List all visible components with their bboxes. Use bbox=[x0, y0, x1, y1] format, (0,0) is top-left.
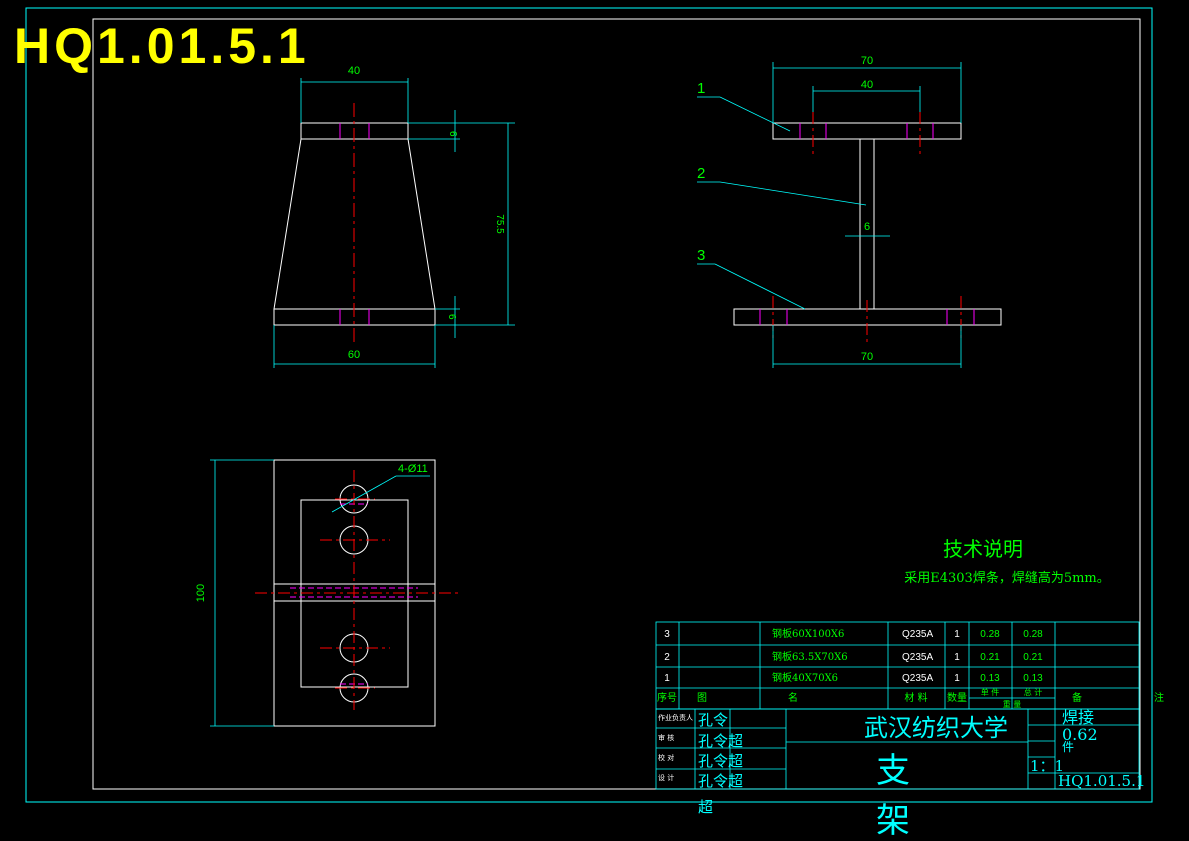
bom-header-weight: 重 量 bbox=[1003, 699, 1022, 709]
bom-cell-unit: 0.21 bbox=[980, 652, 1000, 663]
school-name: 武汉纺织大学 bbox=[864, 714, 1008, 742]
bom-cell-no: 1 bbox=[664, 673, 670, 684]
bom-cell-material: Q235A bbox=[902, 652, 933, 663]
dim-bottom-width: 60 bbox=[348, 349, 360, 361]
bom-cell-qty: 1 bbox=[954, 673, 960, 684]
tech-notes-heading: 技术说明 bbox=[943, 537, 1023, 561]
dim-bottom-thickness: 6 bbox=[446, 314, 457, 320]
bom-cell-material: Q235A bbox=[902, 629, 933, 640]
bom-cell-name: 钢板63.5X70X6 bbox=[772, 650, 848, 663]
part-name-2: 架 bbox=[876, 801, 910, 841]
bom-header-drawing: 图 bbox=[697, 692, 707, 704]
name-text: 孔令超 bbox=[698, 772, 743, 790]
role-label: 校 对 bbox=[658, 753, 674, 762]
role-label: 审 核 bbox=[658, 733, 674, 742]
name-text: 孔令超 bbox=[698, 752, 743, 770]
bom-header-total: 总 计 bbox=[1024, 687, 1043, 697]
bom-cell-qty: 1 bbox=[954, 652, 960, 663]
callout-1: 1 bbox=[697, 80, 705, 97]
drawing-number-large: HQ1.01.5.1 bbox=[14, 18, 310, 74]
bom-cell-unit: 0.13 bbox=[980, 673, 1000, 684]
bom-cell-no: 3 bbox=[664, 629, 670, 640]
dim-bottom: 70 bbox=[861, 351, 873, 363]
dim-overall-top: 70 bbox=[861, 55, 873, 67]
callout-3: 3 bbox=[697, 247, 705, 264]
drawing-number-small: HQ1.01.5.1 bbox=[1058, 772, 1145, 790]
bom-header-qty: 数量 bbox=[947, 691, 967, 704]
bom-cell-unit: 0.28 bbox=[980, 629, 1000, 640]
bom-cell-material: Q235A bbox=[902, 673, 933, 684]
bom-cell-name: 钢板60X100X6 bbox=[772, 627, 844, 640]
bom-header-no: 序号 bbox=[657, 691, 677, 704]
dim-web: 6 bbox=[864, 221, 870, 233]
bom-cell-no: 2 bbox=[664, 652, 670, 663]
role-label: 作业负责人 bbox=[658, 713, 693, 722]
dim-top-thickness: 6 bbox=[447, 131, 458, 137]
bom-header-material: 材 料 bbox=[904, 691, 927, 704]
bom-cell-total: 0.28 bbox=[1023, 629, 1043, 640]
background bbox=[0, 0, 1189, 841]
bom-cell-total: 0.21 bbox=[1023, 652, 1043, 663]
callout-2: 2 bbox=[697, 165, 705, 182]
name-text: 孔令超 bbox=[698, 732, 743, 750]
bom-cell-total: 0.13 bbox=[1023, 673, 1043, 684]
dim-hole-spacing: 40 bbox=[861, 79, 873, 91]
bom-header-remark: 备 bbox=[1072, 691, 1082, 704]
bom-cell-qty: 1 bbox=[954, 629, 960, 640]
dim-height: 75.5 bbox=[494, 214, 505, 234]
part-name-1: 支 bbox=[876, 751, 910, 791]
bom-header-name: 名 bbox=[788, 691, 798, 704]
role-label: 设 计 bbox=[658, 773, 674, 782]
sheet-label: 件 bbox=[1062, 740, 1074, 754]
name-text: 超 bbox=[698, 798, 713, 816]
dim-top-view-height: 100 bbox=[195, 584, 207, 602]
bom-cell-name: 钢板40X70X6 bbox=[772, 671, 838, 684]
tech-notes-text: 采用E4303焊条，焊缝高为5mm。 bbox=[904, 570, 1110, 586]
hole-note: 4-Ø11 bbox=[398, 463, 428, 475]
bom-header-note: 注 bbox=[1154, 691, 1164, 704]
bom-header-single: 单 件 bbox=[981, 687, 1000, 697]
name-text: 孔令 bbox=[698, 711, 728, 729]
cad-drawing-canvas: HQ1.01.5.1 40 60 6 6 75.5 70 40 6 70 1 2… bbox=[0, 0, 1189, 841]
dim-top-width: 40 bbox=[348, 65, 360, 77]
